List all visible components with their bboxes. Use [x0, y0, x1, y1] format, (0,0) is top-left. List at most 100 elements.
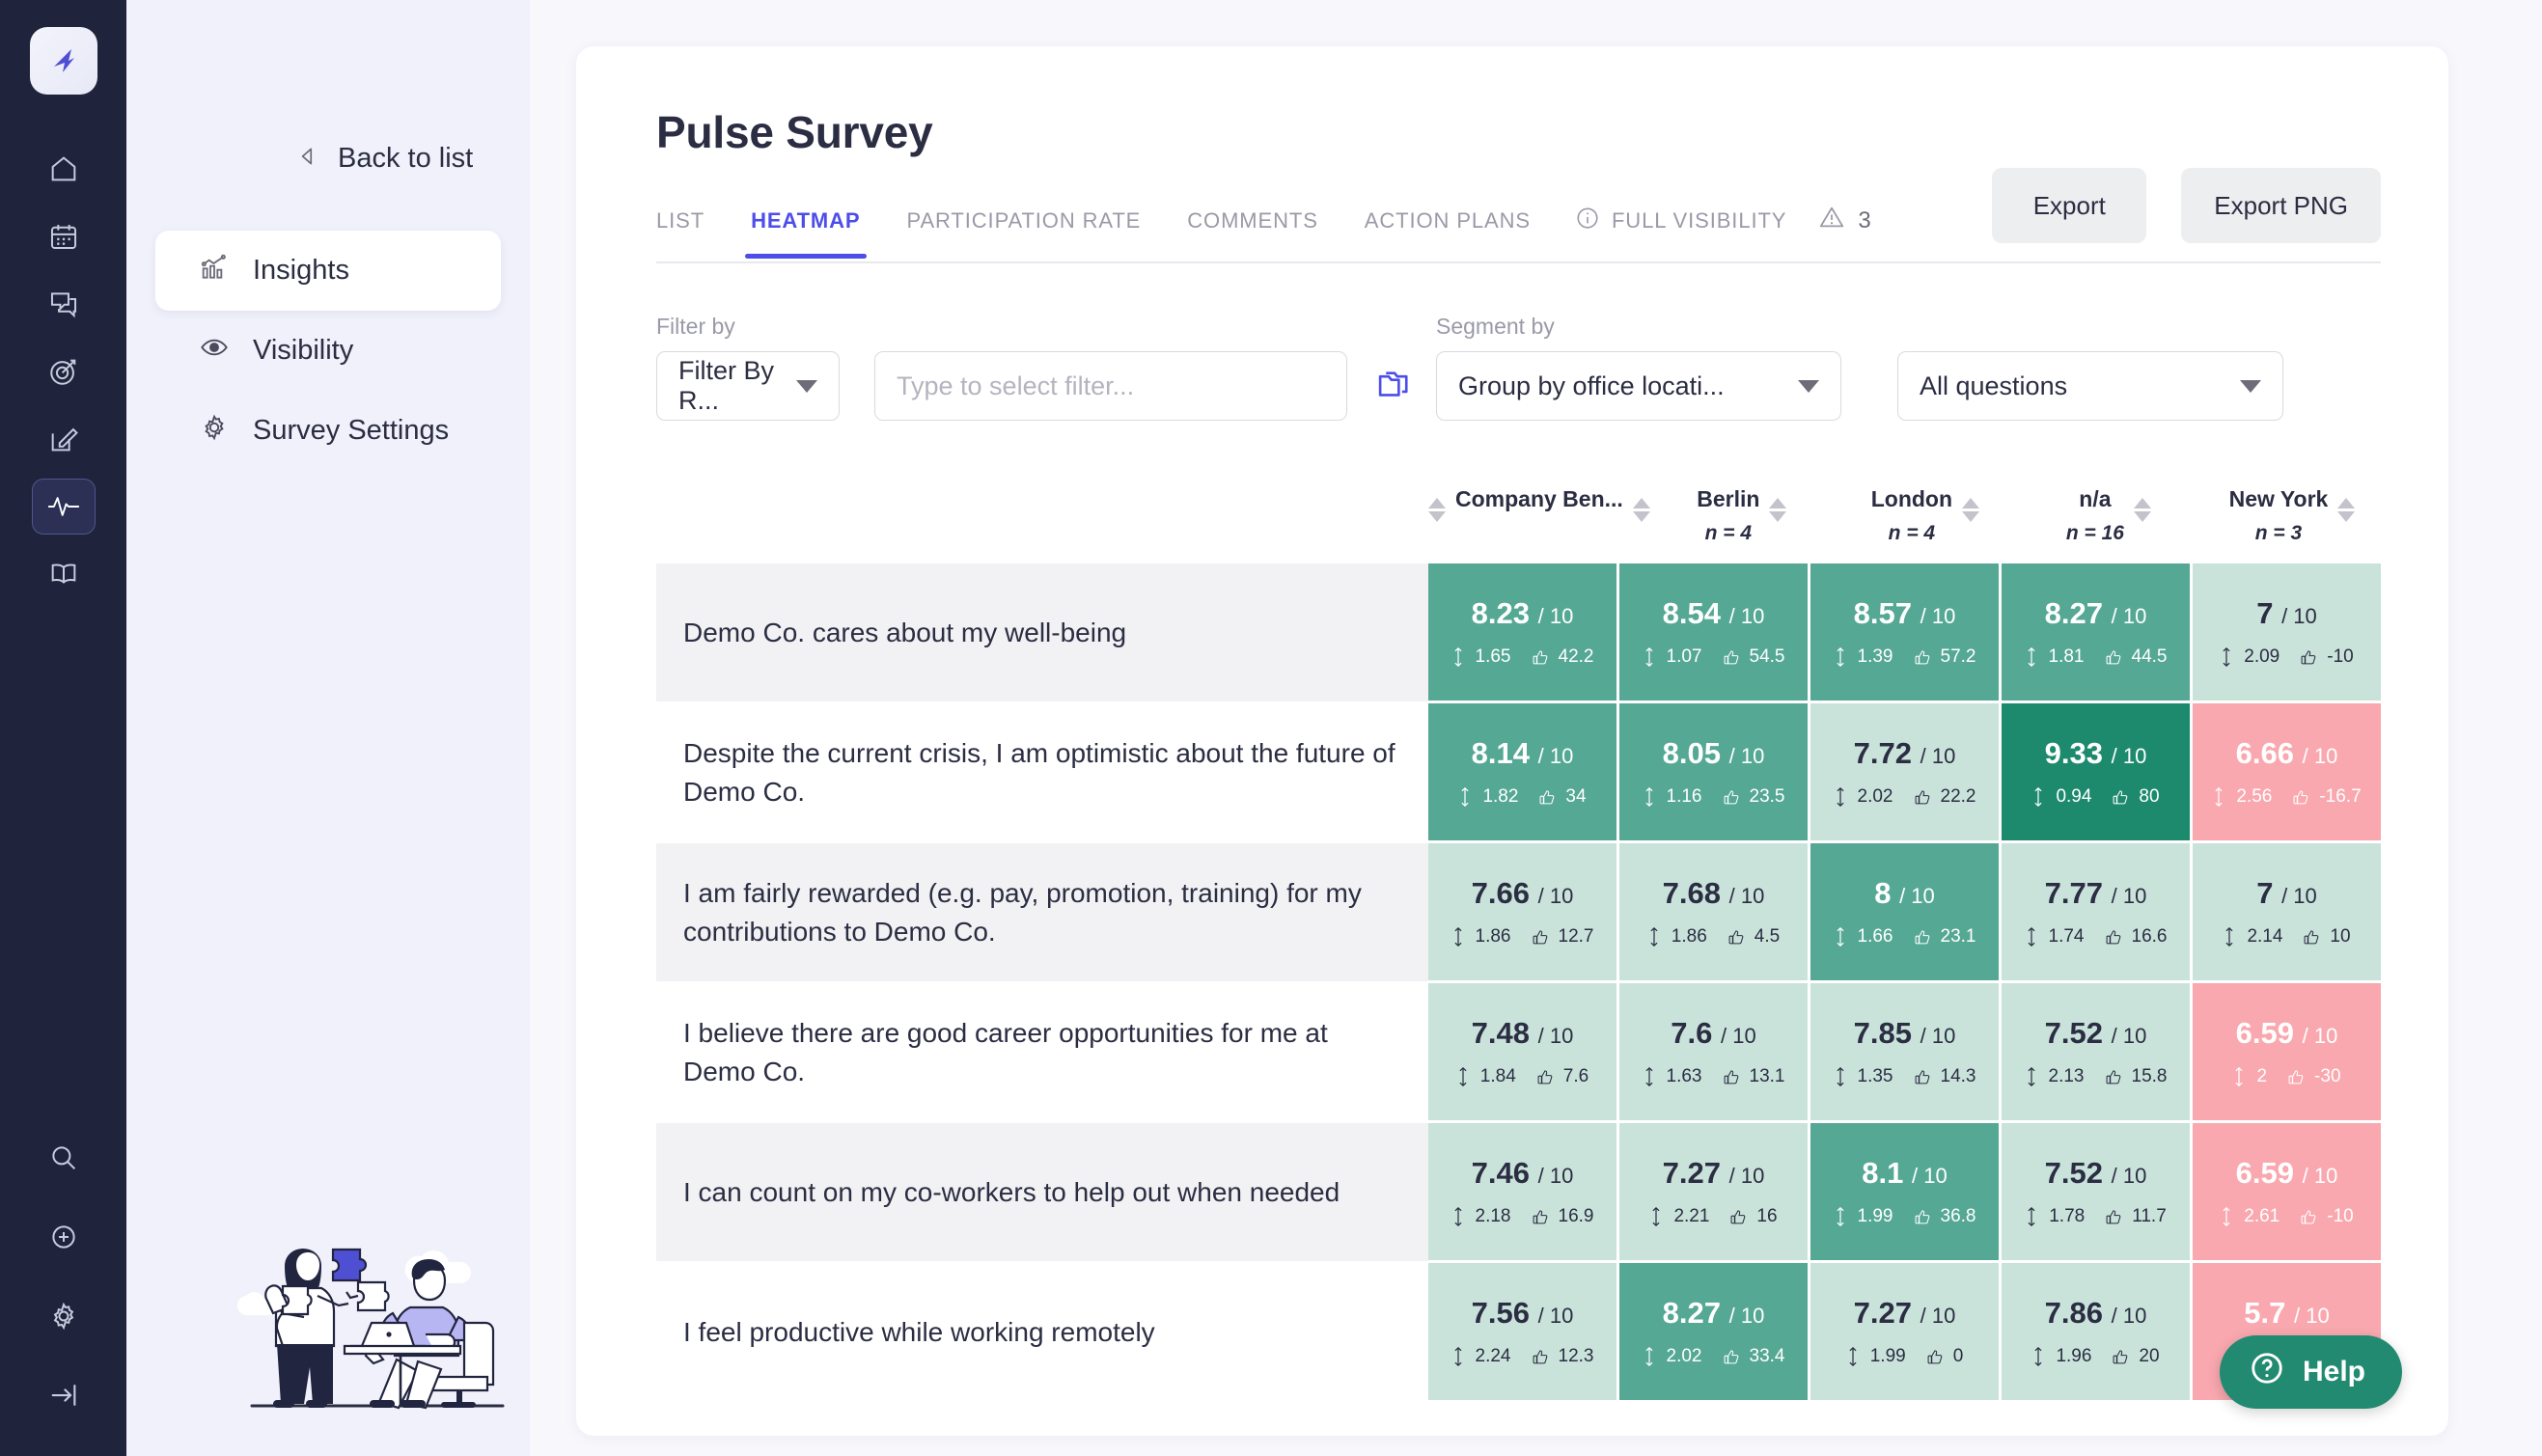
- back-to-list-button[interactable]: Back to list: [295, 143, 530, 175]
- heatmap-cell[interactable]: 8.27 / 10 2.02 33.4: [1619, 1263, 1810, 1403]
- cell-score: 7.72 / 10: [1853, 736, 1956, 770]
- heatmap-cell[interactable]: 7.85 / 10 1.35 14.3: [1810, 983, 2002, 1123]
- bird-logo-icon[interactable]: [29, 27, 97, 95]
- heatmap-cell[interactable]: 8.14 / 10 1.82 34: [1428, 703, 1619, 843]
- heatmap-cell[interactable]: 9.33 / 10 0.94 80: [2002, 703, 2193, 843]
- cell-favourability: 20: [2139, 1346, 2160, 1366]
- heatmap-cell[interactable]: 6.59 / 10 2.61 -10: [2193, 1123, 2384, 1263]
- column-header-company-benchmark[interactable]: Company Ben...: [1428, 481, 1650, 522]
- cell-metrics: 1.86 12.7: [1451, 926, 1593, 948]
- gear-icon[interactable]: [32, 1288, 96, 1344]
- saved-filters-button[interactable]: [1374, 351, 1415, 421]
- tab-list[interactable]: LIST: [656, 208, 728, 259]
- heatmap-cell[interactable]: 7.68 / 10 1.86 4.5: [1619, 843, 1810, 983]
- tab-participation-rate[interactable]: PARTICIPATION RATE: [884, 208, 1165, 259]
- heatmap-cell[interactable]: 8.27 / 10 1.81 44.5: [2002, 563, 2193, 703]
- export-button[interactable]: Export: [1992, 168, 2147, 243]
- table-row: Despite the current crisis, I am optimis…: [656, 703, 2384, 843]
- full-visibility-indicator[interactable]: FULL VISIBILITY: [1554, 206, 1808, 261]
- cell-favourability: 33.4: [1749, 1346, 1785, 1366]
- plus-circle-icon[interactable]: [32, 1209, 96, 1265]
- heatmap-cell[interactable]: 7.77 / 10 1.74 16.6: [2002, 843, 2193, 983]
- heatmap-cell[interactable]: 7.66 / 10 1.86 12.7: [1428, 843, 1619, 983]
- chevron-down-icon: [796, 379, 817, 393]
- tab-heatmap[interactable]: HEATMAP: [728, 208, 883, 259]
- pulse-icon[interactable]: [31, 479, 96, 535]
- column-header-london[interactable]: London n = 4: [1834, 481, 2017, 547]
- heatmap-cell[interactable]: 7.6 / 10 1.63 13.1: [1619, 983, 1810, 1123]
- column-header-na[interactable]: n/a n = 16: [2017, 481, 2200, 547]
- heatmap-cell[interactable]: 7.27 / 10 1.99 0: [1810, 1263, 2002, 1403]
- help-button[interactable]: Help: [2219, 1335, 2402, 1409]
- heatmap-cell[interactable]: 7.86 / 10 1.96 20: [2002, 1263, 2193, 1403]
- heatmap-cell[interactable]: 7.48 / 10 1.84 7.6: [1428, 983, 1619, 1123]
- column-n: n = 4: [1888, 522, 1936, 545]
- thumbs-up-icon: [2106, 929, 2120, 944]
- heatmap-cell[interactable]: 8.54 / 10 1.07 54.5: [1619, 563, 1810, 703]
- tab-action-plans[interactable]: ACTION PLANS: [1341, 208, 1554, 259]
- heatmap-table: Company Ben... Berlin n = 4 London n = 4…: [656, 481, 2384, 1403]
- updown-arrow-icon: [1644, 1347, 1653, 1366]
- heatmap-cell[interactable]: 8.05 / 10 1.16 23.5: [1619, 703, 1810, 843]
- export-png-button[interactable]: Export PNG: [2181, 168, 2381, 243]
- questions-select[interactable]: All questions: [1897, 351, 2283, 421]
- column-header-berlin[interactable]: Berlin n = 4: [1650, 481, 1834, 547]
- cell-metrics: 1.78 11.7: [2025, 1206, 2167, 1227]
- cell-score: 8.27 / 10: [2044, 596, 2147, 630]
- column-header-new-york[interactable]: New York n = 3: [2200, 481, 2384, 547]
- cell-deviation: 1.74: [2048, 926, 2085, 947]
- target-icon[interactable]: [32, 343, 96, 399]
- cell-score: 7.68 / 10: [1662, 876, 1765, 910]
- cell-favourability: 54.5: [1749, 646, 1785, 667]
- edit-icon[interactable]: [32, 411, 96, 467]
- sort-icon[interactable]: [1962, 498, 1980, 522]
- comments-icon[interactable]: [32, 276, 96, 332]
- tab-comments[interactable]: COMMENTS: [1164, 208, 1341, 259]
- heatmap-cell[interactable]: 7.72 / 10 2.02 22.2: [1810, 703, 2002, 843]
- thumbs-up-icon: [1915, 1209, 1929, 1223]
- calendar-icon[interactable]: [32, 208, 96, 264]
- sort-icon[interactable]: [1769, 498, 1787, 522]
- sort-icon[interactable]: [2337, 498, 2356, 522]
- thumbs-up-icon: [1724, 1349, 1738, 1363]
- cell-favourability: -30: [2314, 1066, 2341, 1086]
- filter-search-input[interactable]: Type to select filter...: [874, 351, 1347, 421]
- sort-icon[interactable]: [2133, 498, 2151, 522]
- sidebar-item-survey-settings[interactable]: Survey Settings: [155, 391, 501, 471]
- sort-icon[interactable]: [1428, 498, 1446, 522]
- collapse-icon[interactable]: [32, 1367, 96, 1423]
- cell-favourability: 12.3: [1558, 1346, 1594, 1366]
- sort-icon[interactable]: [1632, 498, 1650, 522]
- heatmap-cell[interactable]: 8.1 / 10 1.99 36.8: [1810, 1123, 2002, 1263]
- page-title: Pulse Survey: [656, 107, 933, 157]
- heatmap-cell[interactable]: 7.56 / 10 2.24 12.3: [1428, 1263, 1619, 1403]
- heatmap-cell[interactable]: 6.59 / 10 2 -30: [2193, 983, 2384, 1123]
- filter-by-select[interactable]: Filter By R...: [656, 351, 840, 421]
- updown-arrow-icon: [2223, 647, 2230, 667]
- sidebar-item-visibility[interactable]: Visibility: [155, 311, 501, 391]
- search-icon[interactable]: [32, 1130, 96, 1186]
- heatmap-cell[interactable]: 7 / 10 2.14 10: [2193, 843, 2384, 983]
- filter-by-value: Filter By R...: [678, 356, 775, 415]
- table-row: Demo Co. cares about my well-being 8.23 /…: [656, 563, 2384, 703]
- cell-metrics: 2.14 10: [2223, 926, 2351, 948]
- question-circle-icon: [2249, 1350, 2285, 1394]
- heatmap-cell[interactable]: 7.52 / 10 2.13 15.8: [2002, 983, 2193, 1123]
- column-name: New York: [2228, 486, 2329, 511]
- cell-metrics: 1.39 57.2: [1834, 646, 1976, 668]
- heatmap-cell[interactable]: 7.27 / 10 2.21 16: [1619, 1123, 1810, 1263]
- heatmap-cell[interactable]: 8 / 10 1.66 23.1: [1810, 843, 2002, 983]
- book-icon[interactable]: [32, 546, 96, 602]
- heatmap-cell[interactable]: 8.57 / 10 1.39 57.2: [1810, 563, 2002, 703]
- heatmap-cell[interactable]: 7.52 / 10 1.78 11.7: [2002, 1123, 2193, 1263]
- heatmap-cell[interactable]: 8.23 / 10 1.65 42.2: [1428, 563, 1619, 703]
- updown-arrow-icon: [1453, 1207, 1462, 1226]
- heatmap-cell[interactable]: 6.66 / 10 2.56 -16.7: [2193, 703, 2384, 843]
- home-icon[interactable]: [32, 141, 96, 197]
- heatmap-cell[interactable]: 7 / 10 2.09 -10: [2193, 563, 2384, 703]
- sidebar-item-insights[interactable]: Insights: [155, 231, 501, 311]
- heatmap-cell[interactable]: 7.46 / 10 2.18 16.9: [1428, 1123, 1619, 1263]
- segment-by-select[interactable]: Group by office locati...: [1436, 351, 1841, 421]
- cell-favourability: 16: [1756, 1206, 1778, 1226]
- warning-indicator[interactable]: 3: [1808, 203, 1880, 263]
